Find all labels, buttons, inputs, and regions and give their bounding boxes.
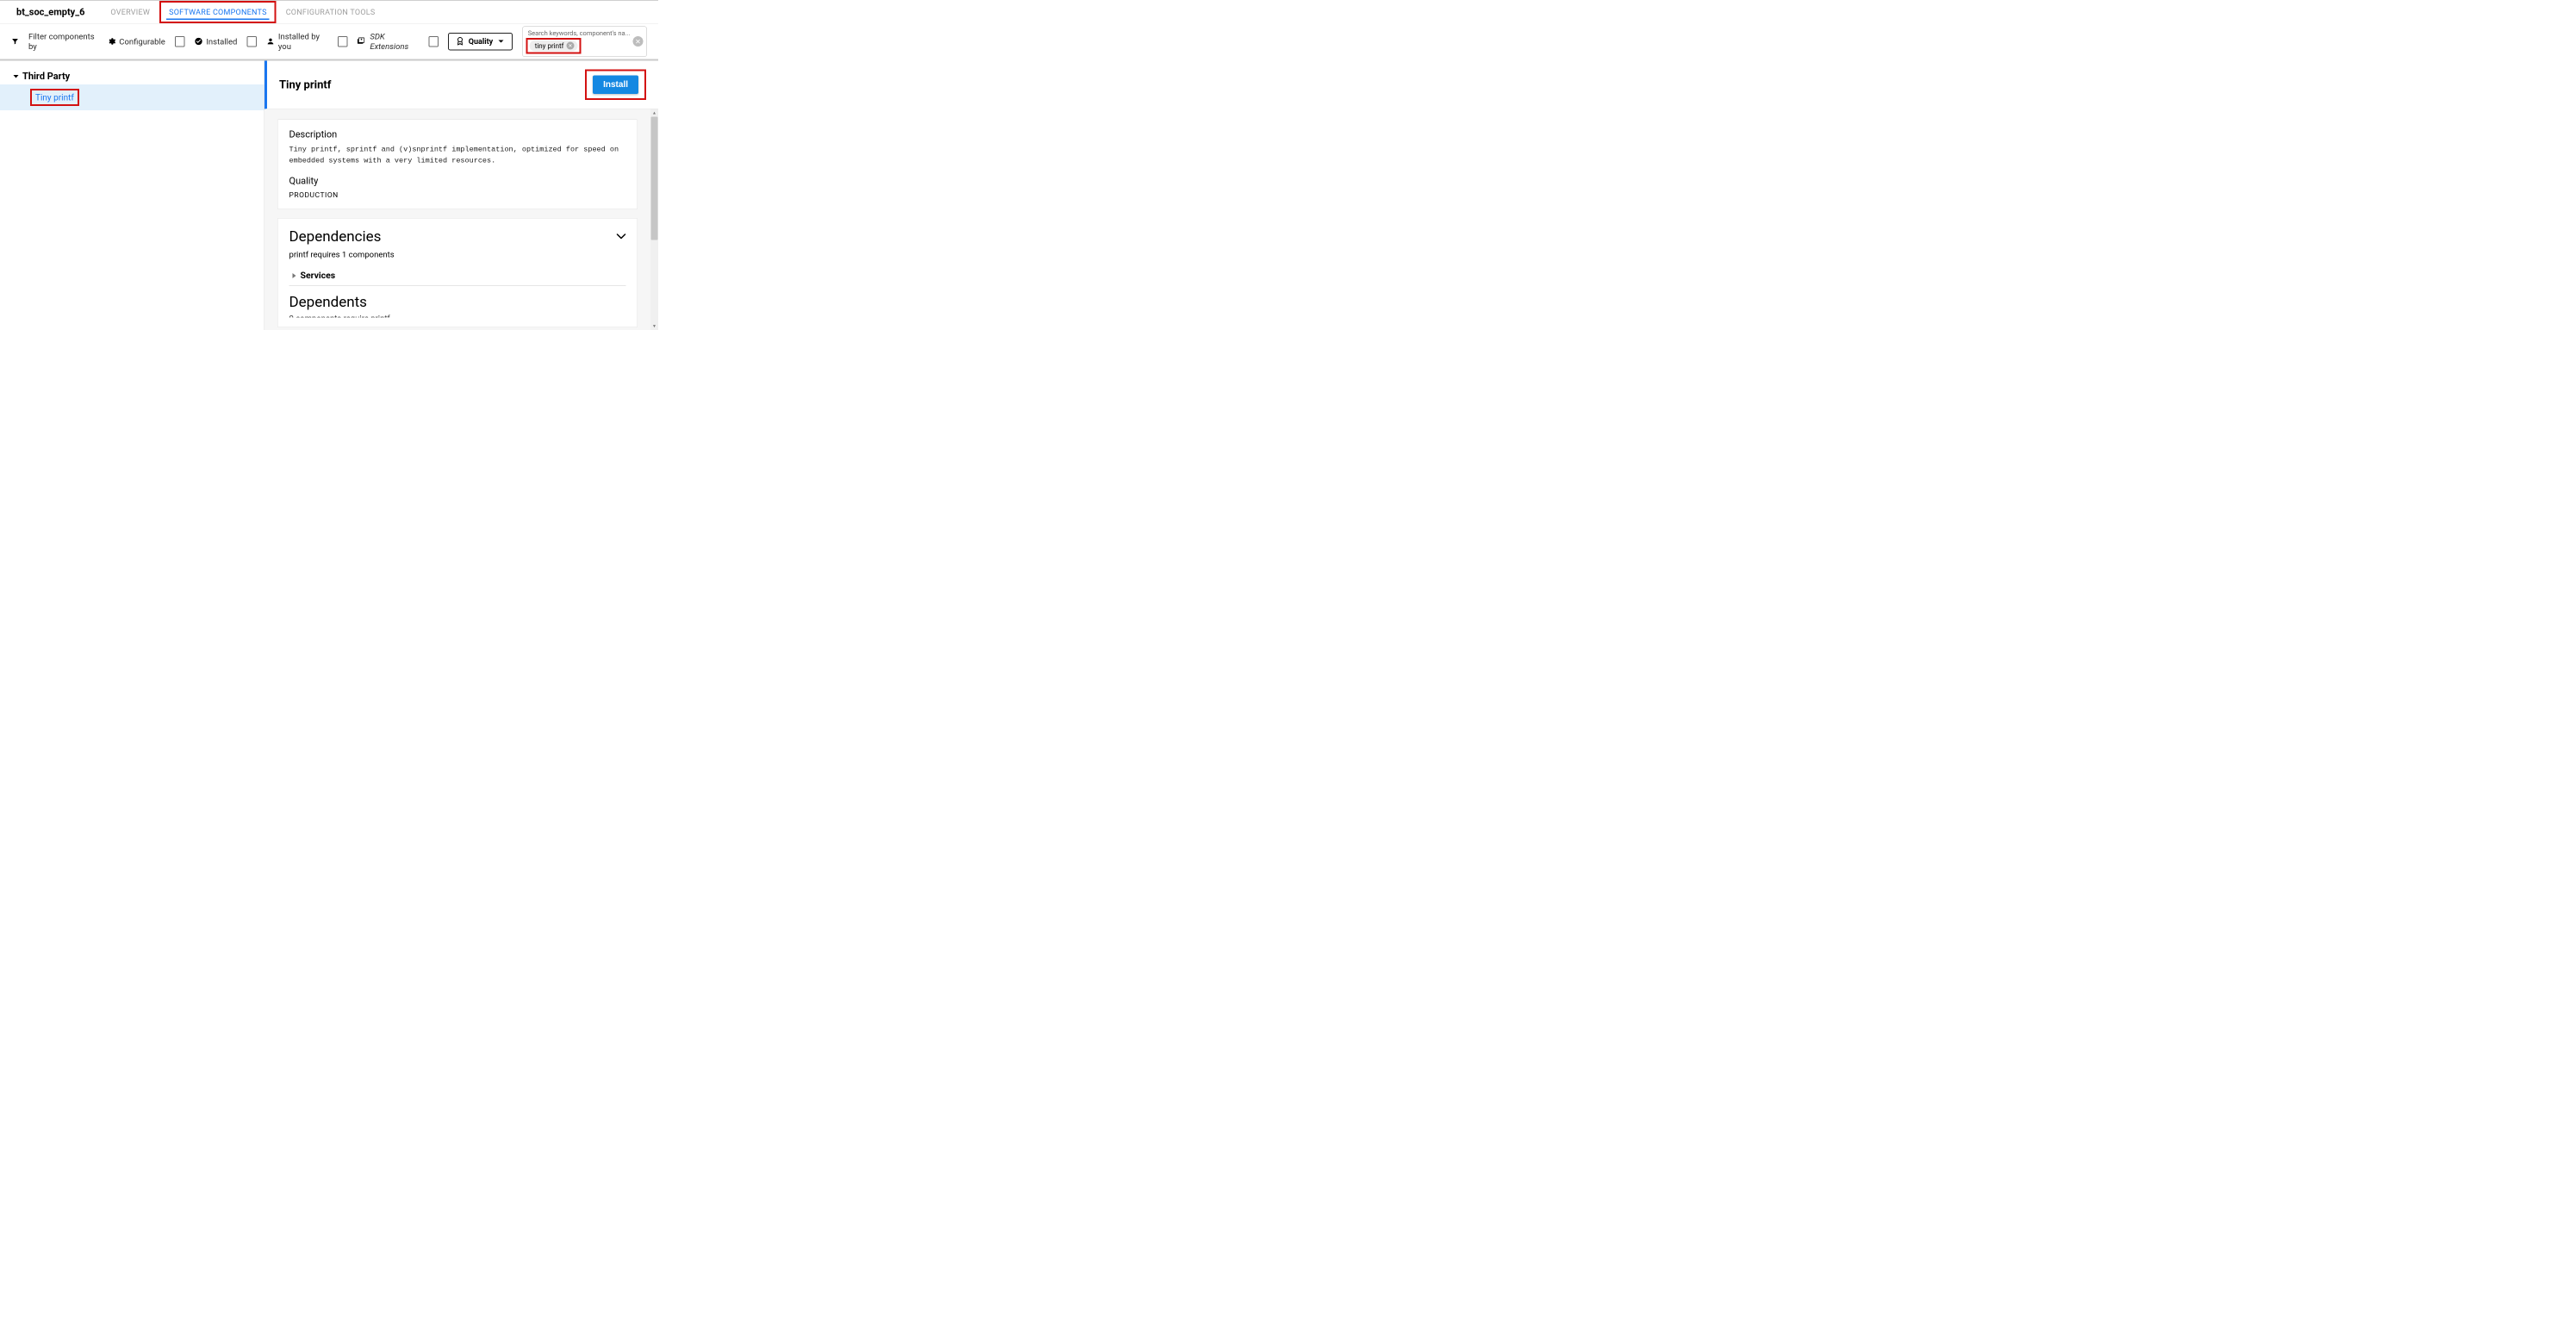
tree-item-tiny-printf[interactable]: Tiny printf [0,84,264,110]
detail-body: Description Tiny printf, sprintf and (v)… [264,109,650,331]
dependents-subtext: 0 components require printf [289,314,626,318]
component-detail: Tiny printf Install Description Tiny pri… [264,61,658,331]
search-chip[interactable]: tiny printf ✕ [530,40,578,52]
checkbox-installed-by-you[interactable] [338,36,348,47]
quality-dropdown[interactable]: Quality [448,33,513,51]
caret-down-icon [498,40,504,44]
description-text: Tiny printf, sprintf and (v)snprintf imp… [289,145,626,167]
detail-title: Tiny printf [279,78,331,91]
tree-category-label: Third Party [22,72,70,83]
caret-right-icon [292,273,297,279]
search-chip-text: tiny printf [535,41,564,50]
filter-bar: Filter components by Configurable Instal… [0,24,658,61]
dependencies-group-label: Services [301,271,336,281]
quality-label: Quality [469,37,493,47]
dependencies-card: Dependencies printf requires 1 component… [277,218,638,327]
detail-header: Tiny printf Install [264,61,658,109]
quality-heading: Quality [289,176,626,187]
filter-installed-by-you-label: Installed by you [278,32,328,52]
scroll-down-icon[interactable]: ▼ [650,322,658,330]
vertical-scrollbar[interactable]: ▲ ▼ [650,109,658,331]
person-icon [266,37,275,46]
filter-sdk-extensions-label: SDK Extensions [370,32,419,52]
filter-label: Filter components by [28,32,97,52]
gear-icon [107,37,115,46]
ribbon-icon [457,37,464,46]
checkbox-installed[interactable] [246,36,257,47]
dependencies-group-services[interactable]: Services [289,267,626,286]
dependencies-subtext: printf requires 1 components [289,250,626,260]
filter-installed-label: Installed [206,36,237,47]
chevron-down-icon[interactable] [617,233,626,240]
tree-category-third-party[interactable]: Third Party [0,69,264,85]
extensions-icon [357,37,366,46]
search-box[interactable]: Search keywords, component's na... tiny … [522,26,647,57]
top-tab-bar: bt_soc_empty_6 OVERVIEW SOFTWARE COMPONE… [0,0,658,24]
filter-icon [11,38,19,46]
search-placeholder: Search keywords, component's na... [528,29,631,37]
description-heading: Description [289,129,626,140]
scroll-up-icon[interactable]: ▲ [650,109,658,117]
component-tree: Third Party Tiny printf [0,61,264,331]
scrollbar-thumb[interactable] [651,117,658,240]
description-card: Description Tiny printf, sprintf and (v)… [277,120,638,210]
caret-down-icon [13,74,19,79]
tab-overview[interactable]: OVERVIEW [101,1,159,23]
tab-software-components[interactable]: SOFTWARE COMPONENTS [159,1,277,23]
main-content: Third Party Tiny printf Tiny printf Inst… [0,61,658,331]
tab-configuration-tools[interactable]: CONFIGURATION TOOLS [277,1,385,23]
check-circle-icon [194,37,202,46]
filter-configurable-label: Configurable [119,36,165,47]
close-icon[interactable]: ✕ [566,42,574,50]
tree-item-label: Tiny printf [30,89,79,106]
checkbox-sdk-extensions[interactable] [428,36,439,47]
dependents-heading: Dependents [289,294,626,311]
quality-value: PRODUCTION [289,191,626,200]
install-button[interactable]: Install [593,76,638,95]
project-name: bt_soc_empty_6 [0,7,101,18]
clear-search-icon[interactable]: ✕ [633,36,644,47]
dependencies-heading: Dependencies [289,228,382,246]
checkbox-configurable[interactable] [175,36,185,47]
